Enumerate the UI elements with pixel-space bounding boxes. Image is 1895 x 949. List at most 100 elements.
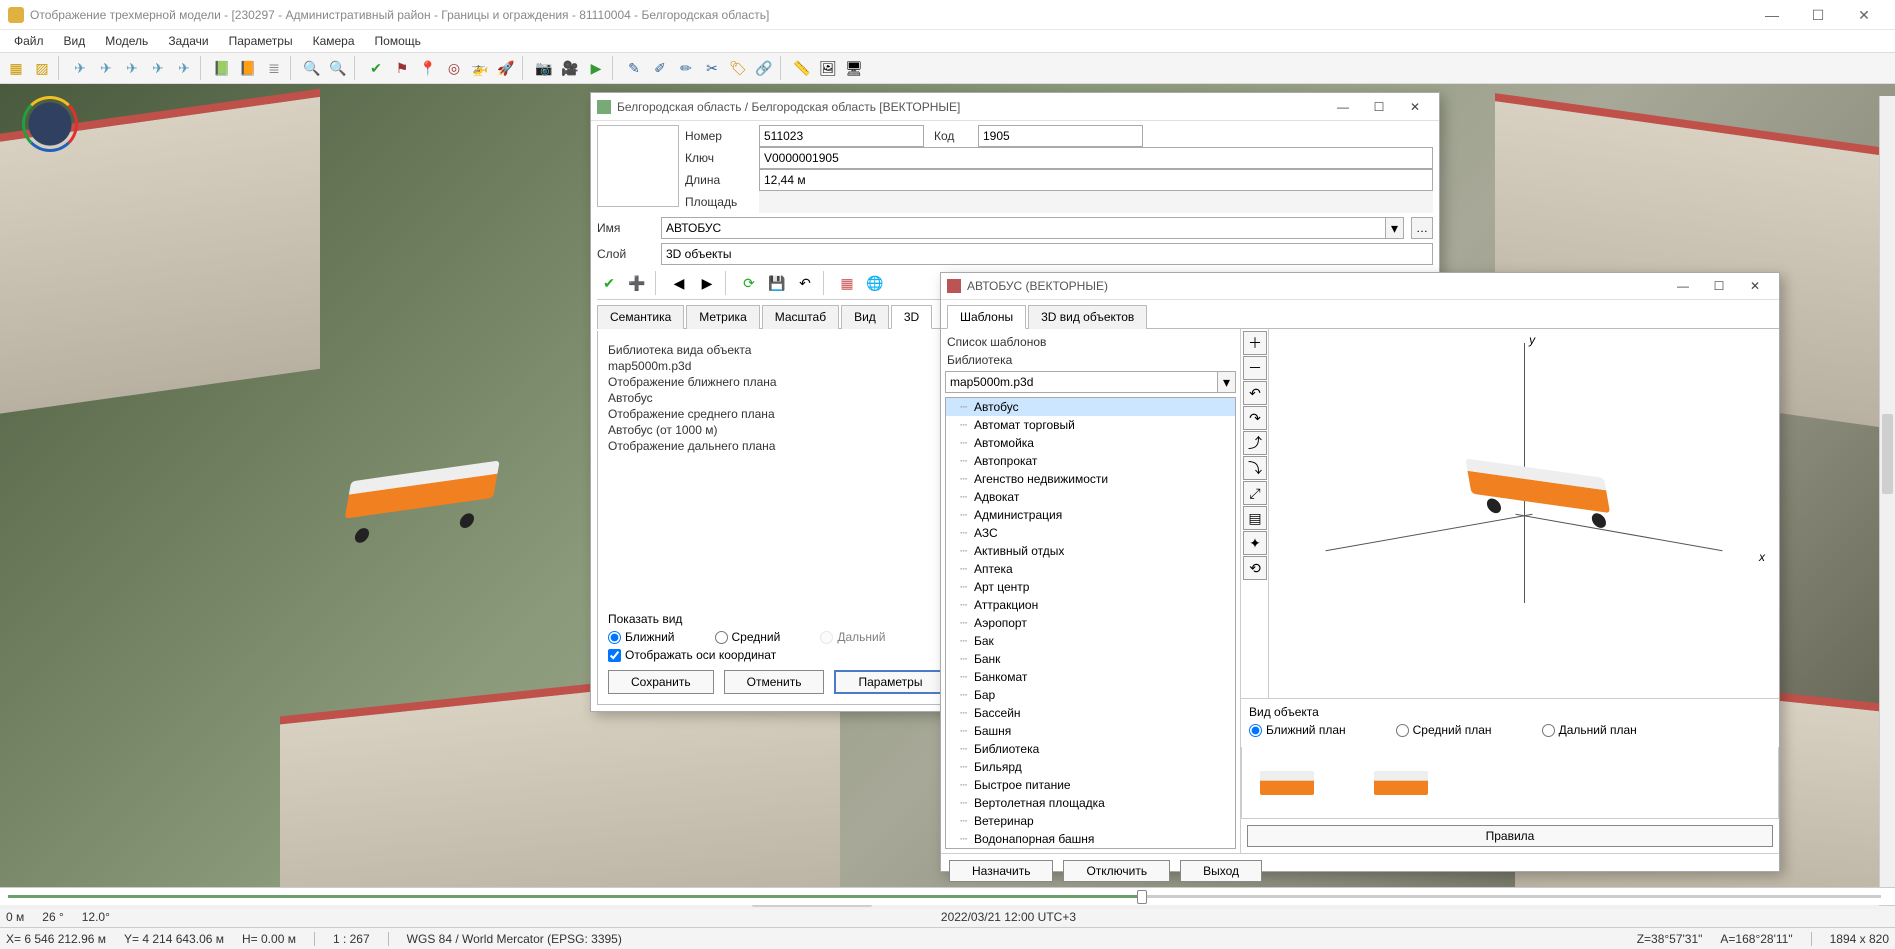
minimize-button[interactable]: — [1749,0,1795,30]
tab-view[interactable]: Вид [841,305,889,329]
template-item[interactable]: АЗС [946,524,1235,542]
exit-button[interactable]: Выход [1180,860,1262,882]
close-button[interactable]: ✕ [1841,0,1887,30]
tool-zoom-in-icon[interactable]: 🔍 [326,56,350,80]
tilt-down-button[interactable]: ⤵ [1243,456,1267,480]
template-item[interactable]: Вертолетная площадка [946,794,1235,812]
tool-check-icon[interactable]: ✔ [364,56,388,80]
zoom-out-button[interactable]: － [1243,356,1267,380]
tab-metrics[interactable]: Метрика [686,305,759,329]
tool-ruler-icon[interactable]: 📏 [790,56,814,80]
checkbox-axes-input[interactable] [608,649,621,662]
rotate-right-button[interactable]: ↷ [1243,406,1267,430]
tool-plane4-icon[interactable]: ✈ [146,56,170,80]
name-dropdown-button[interactable]: ▾ [1386,217,1404,239]
save-button[interactable]: Сохранить [608,670,714,694]
tool-select-lasso-icon[interactable]: ▨ [30,56,54,80]
props-maximize-button[interactable]: ☐ [1361,94,1397,120]
thumb-mid[interactable] [1374,771,1428,795]
globe-button[interactable]: 🌐 [863,271,887,295]
tool-plane2-icon[interactable]: ✈ [94,56,118,80]
tool-zoom-out-icon[interactable]: 🔍 [300,56,324,80]
template-item[interactable]: Банк [946,650,1235,668]
template-item[interactable]: Библиотека [946,740,1235,758]
save-props-button[interactable]: 💾 [765,271,789,295]
tool-link-icon[interactable]: 🔗 [752,56,776,80]
compass-icon[interactable] [22,96,78,152]
menu-help[interactable]: Помощь [367,32,429,50]
template-item[interactable]: Арт центр [946,578,1235,596]
menu-camera[interactable]: Камера [305,32,363,50]
prev-button[interactable]: ◀ [667,271,691,295]
tab-semantics[interactable]: Семантика [597,305,684,329]
template-item[interactable]: Бассейн [946,704,1235,722]
tool-select-rect-icon[interactable]: ▦ [4,56,28,80]
tool-tag-icon[interactable]: 🏷 [726,56,750,80]
radio-mid[interactable]: Средний [715,630,781,644]
params-button[interactable]: Параметры [834,670,946,694]
template-item[interactable]: Быстрое питание [946,776,1235,794]
tool-book2-icon[interactable]: 📙 [236,56,260,80]
tpl-titlebar[interactable]: АВТОБУС (ВЕКТОРНЫЕ) — ☐ ✕ [941,273,1779,300]
plan-far[interactable]: Дальний план [1542,723,1637,737]
tool-plane5-icon[interactable]: ✈ [172,56,196,80]
tpl-close-button[interactable]: ✕ [1737,273,1773,299]
apply-button[interactable]: ✔ [597,271,621,295]
templates-list[interactable]: АвтобусАвтомат торговыйАвтомойкаАвтопрок… [945,397,1236,849]
template-item[interactable]: Бак [946,632,1235,650]
tab-3d[interactable]: 3D [891,305,932,329]
field-layer[interactable] [661,243,1433,265]
plan-near[interactable]: Ближний план [1249,723,1346,737]
template-item[interactable]: Банкомат [946,668,1235,686]
fit-button[interactable]: ⤢ [1243,481,1267,505]
tab-scale[interactable]: Масштаб [762,305,839,329]
model-preview[interactable]: y x [1269,329,1779,698]
tool-plane3-icon[interactable]: ✈ [120,56,144,80]
template-item[interactable]: Агенство недвижимости [946,470,1235,488]
props-close-button[interactable]: ✕ [1397,94,1433,120]
template-item[interactable]: Аттракцион [946,596,1235,614]
refresh-button[interactable]: ⟳ [737,271,761,295]
time-slider[interactable] [0,887,1895,905]
field-length[interactable] [759,169,1433,191]
rotate-left-button[interactable]: ↶ [1243,381,1267,405]
template-item[interactable]: Автомойка [946,434,1235,452]
name-browse-button[interactable]: … [1411,217,1433,239]
tool-photo-icon[interactable]: 📷 [532,56,556,80]
tpl-maximize-button[interactable]: ☐ [1701,273,1737,299]
wireframe-button[interactable]: ▤ [1243,506,1267,530]
template-item[interactable]: Бильярд [946,758,1235,776]
tool-video-icon[interactable]: 🎥 [558,56,582,80]
assign-button[interactable]: Назначить [949,860,1053,882]
tool-brush-icon[interactable]: ✏ [674,56,698,80]
cancel-button[interactable]: Отменить [724,670,825,694]
radio-mid-input[interactable] [715,631,728,644]
tab-templates[interactable]: Шаблоны [947,305,1026,329]
zoom-in-button[interactable]: ＋ [1243,331,1267,355]
radio-far[interactable]: Дальний [820,630,885,644]
template-item[interactable]: Бар [946,686,1235,704]
tool-target-icon[interactable]: ◎ [442,56,466,80]
axes-button[interactable]: ✦ [1243,531,1267,555]
menu-tasks[interactable]: Задачи [160,32,216,50]
menu-model[interactable]: Модель [97,32,156,50]
table-button[interactable]: ▦ [835,271,859,295]
tool-rocket-icon[interactable]: 🚀 [494,56,518,80]
template-item[interactable]: Аптека [946,560,1235,578]
template-item[interactable]: Адвокат [946,488,1235,506]
menu-view[interactable]: Вид [56,32,94,50]
thumb-near[interactable] [1260,771,1314,795]
template-item[interactable]: Активный отдых [946,542,1235,560]
plan-mid[interactable]: Средний план [1396,723,1492,737]
tool-edit2-icon[interactable]: ✐ [648,56,672,80]
tool-cut-icon[interactable]: ✂ [700,56,724,80]
tool-edit1-icon[interactable]: ✎ [622,56,646,80]
tool-plane1-icon[interactable]: ✈ [68,56,92,80]
menu-params[interactable]: Параметры [221,32,301,50]
disable-button[interactable]: Отключить [1063,860,1170,882]
props-minimize-button[interactable]: — [1325,94,1361,120]
tool-play-icon[interactable]: ▶ [584,56,608,80]
template-item[interactable]: Ветеринар [946,812,1235,830]
radio-near-input[interactable] [608,631,621,644]
field-name[interactable] [661,217,1386,239]
